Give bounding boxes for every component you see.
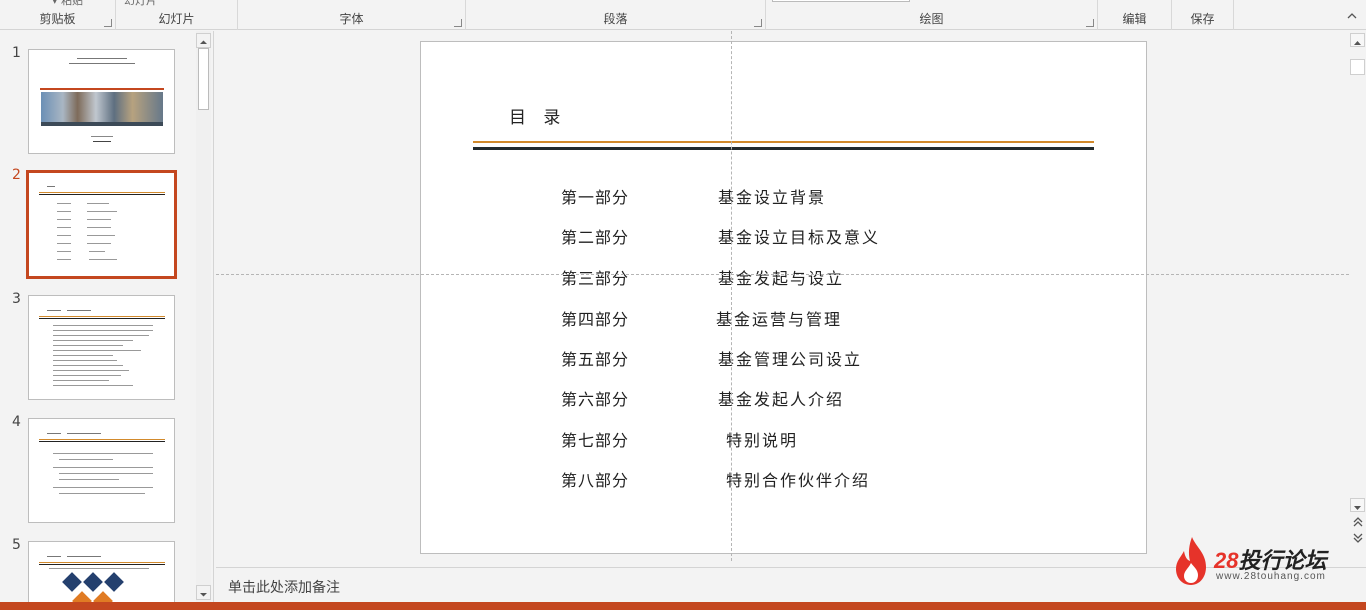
dialog-launcher-icon[interactable] bbox=[454, 19, 462, 27]
scroll-up-button[interactable] bbox=[1350, 33, 1365, 47]
status-bar bbox=[0, 602, 1366, 610]
toc-name: 基金设立背景 bbox=[718, 188, 827, 207]
ribbon-group-label: 绘图 bbox=[919, 12, 944, 26]
toc-name: 特别说明 bbox=[726, 431, 799, 450]
scroll-down-button[interactable] bbox=[196, 585, 211, 600]
ribbon-group-drawing: 绘图 bbox=[766, 0, 1098, 30]
toc-part: 第五部分 bbox=[561, 350, 630, 369]
scroll-thumb[interactable] bbox=[198, 48, 209, 110]
toc-name: 基金管理公司设立 bbox=[718, 350, 863, 369]
slide-thumbnail-3[interactable] bbox=[28, 295, 175, 400]
slide-scrollbar[interactable] bbox=[1349, 31, 1366, 567]
arrow-down-icon bbox=[200, 593, 207, 597]
ribbon-group-label: 段落 bbox=[603, 12, 628, 26]
slide-thumbnail-2[interactable] bbox=[26, 170, 177, 279]
slide-editing-area: 目 录 第一部分 基金设立背景 第二部分 基金设立目标及意义 第三部分 基金发起… bbox=[216, 31, 1349, 567]
horizontal-guide[interactable] bbox=[216, 274, 1349, 275]
flame-logo-icon bbox=[1176, 537, 1206, 585]
ribbon-group-font: 字体 bbox=[238, 0, 466, 30]
new-slide-button-partial[interactable]: 幻灯片 bbox=[124, 0, 157, 8]
notes-placeholder: 单击此处添加备注 bbox=[228, 580, 340, 596]
slide-title[interactable]: 目 录 bbox=[509, 103, 566, 128]
ribbon-group-label: 剪贴板 bbox=[39, 12, 76, 26]
vertical-guide[interactable] bbox=[731, 31, 732, 561]
ribbon-group-clipboard: ▾ 粘贴 剪贴板 bbox=[0, 0, 116, 30]
scroll-thumb[interactable] bbox=[1350, 59, 1365, 75]
ribbon-group-label: 编辑 bbox=[1122, 12, 1147, 26]
title-rule-orange bbox=[473, 141, 1094, 143]
ribbon-group-paragraph: 段落 bbox=[466, 0, 766, 30]
watermark-text: 投行论坛 bbox=[1238, 548, 1327, 573]
scroll-up-button[interactable] bbox=[196, 33, 211, 48]
arrow-down-icon bbox=[1354, 506, 1361, 510]
slide-number: 3 bbox=[12, 291, 21, 307]
toc-part: 第二部分 bbox=[561, 228, 630, 247]
watermark-url: www.28touhang.com bbox=[1216, 571, 1326, 582]
toc-name: 基金发起人介绍 bbox=[718, 390, 845, 409]
title-rule-dark bbox=[473, 147, 1094, 150]
slide-number: 4 bbox=[12, 414, 21, 430]
arrow-up-icon bbox=[1354, 41, 1361, 45]
thumbnail-scrollbar[interactable] bbox=[196, 31, 211, 602]
slide-thumbnail-4[interactable] bbox=[28, 418, 175, 523]
current-slide[interactable]: 目 录 第一部分 基金设立背景 第二部分 基金设立目标及意义 第三部分 基金发起… bbox=[420, 41, 1147, 554]
watermark-number: 28 bbox=[1214, 548, 1239, 573]
scroll-down-button[interactable] bbox=[1350, 498, 1365, 512]
toc-part: 第八部分 bbox=[561, 471, 630, 490]
previous-slide-icon[interactable] bbox=[1352, 516, 1364, 528]
toc-name: 基金设立目标及意义 bbox=[718, 228, 881, 247]
watermark: 28投行论坛 www.28touhang.com bbox=[1172, 535, 1342, 587]
next-slide-icon[interactable] bbox=[1352, 532, 1364, 544]
toc-name: 基金运营与管理 bbox=[716, 310, 843, 329]
paste-button-partial[interactable]: ▾ 粘贴 bbox=[52, 0, 83, 8]
dialog-launcher-icon[interactable] bbox=[754, 19, 762, 27]
slide-number: 5 bbox=[12, 537, 21, 553]
ribbon-group-label: 幻灯片 bbox=[158, 12, 195, 26]
slide-thumbnail-pane: 1 2 3 4 5 bbox=[0, 31, 214, 602]
slide-number: 1 bbox=[12, 45, 21, 61]
toc-part: 第七部分 bbox=[561, 431, 630, 450]
ribbon-group-slides: 幻灯片 幻灯片 bbox=[116, 0, 238, 30]
slide-thumbnail-1[interactable] bbox=[28, 49, 175, 154]
ribbon: ▾ 粘贴 剪贴板 幻灯片 幻灯片 字体 段落 绘图 编辑 保存 bbox=[0, 0, 1366, 30]
toc-part: 第三部分 bbox=[561, 269, 630, 288]
dialog-launcher-icon[interactable] bbox=[104, 19, 112, 27]
slide-number: 2 bbox=[12, 167, 21, 183]
toc-part: 第六部分 bbox=[561, 390, 630, 409]
toc-name: 特别合作伙伴介绍 bbox=[726, 471, 871, 490]
dialog-launcher-icon[interactable] bbox=[1086, 19, 1094, 27]
ribbon-group-editing: 编辑 bbox=[1098, 0, 1172, 30]
ribbon-group-save: 保存 bbox=[1172, 0, 1234, 30]
ribbon-group-label: 保存 bbox=[1190, 12, 1215, 26]
shape-gallery-partial[interactable] bbox=[772, 0, 910, 2]
ribbon-group-label: 字体 bbox=[339, 12, 364, 26]
toc-part: 第一部分 bbox=[561, 188, 630, 207]
toc-name: 基金发起与设立 bbox=[718, 269, 845, 288]
toc-part: 第四部分 bbox=[561, 310, 630, 329]
collapse-ribbon-icon[interactable] bbox=[1346, 10, 1358, 22]
slide-thumbnail-5[interactable] bbox=[28, 541, 175, 602]
